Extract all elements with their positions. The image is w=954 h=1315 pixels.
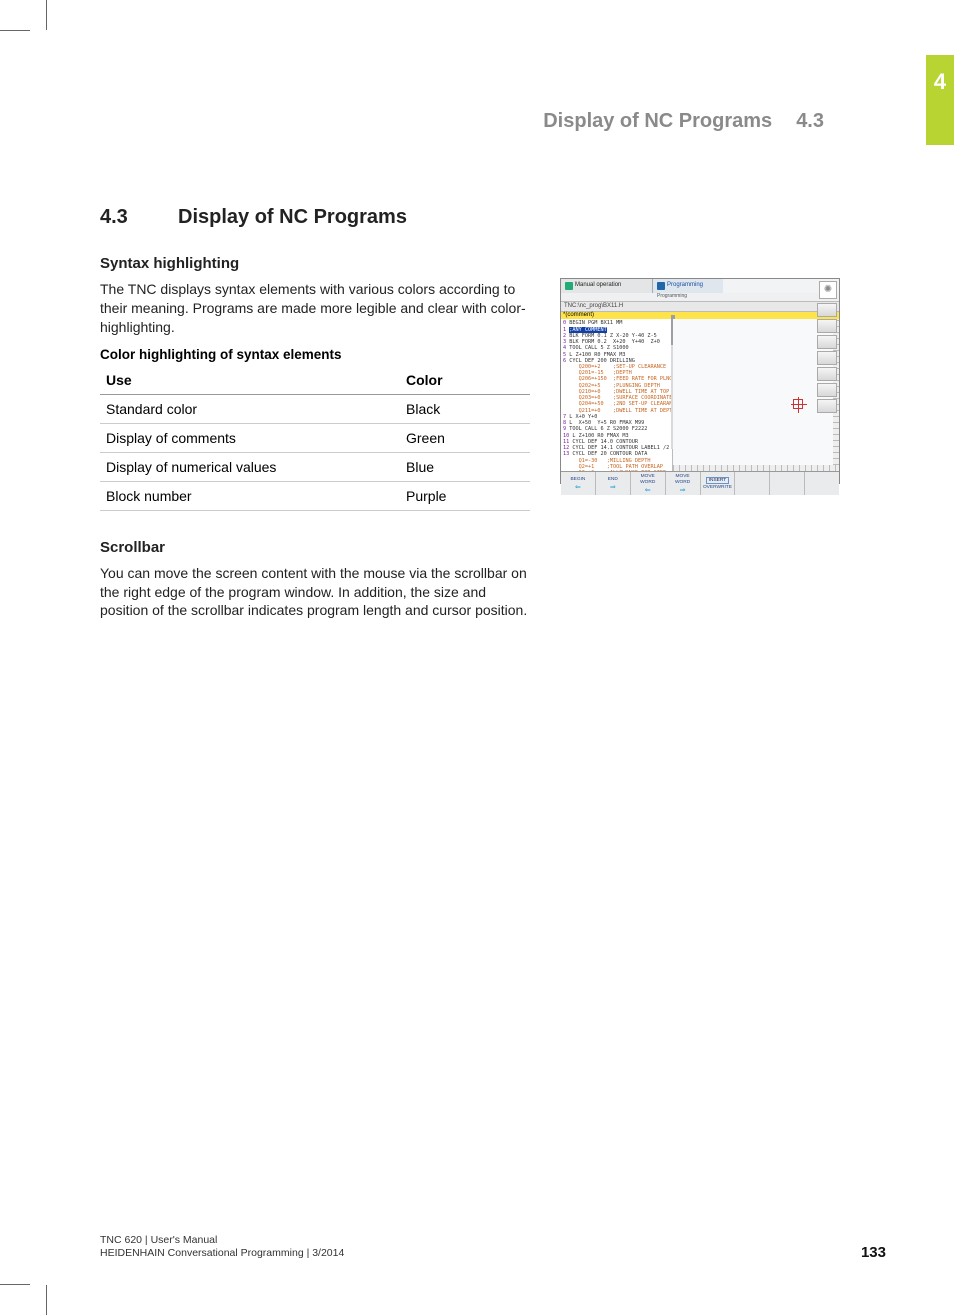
softkey-label: WORD (675, 480, 690, 486)
comment-input-bar[interactable]: *(comment) (561, 312, 839, 319)
side-button[interactable] (817, 319, 837, 333)
side-button[interactable] (817, 399, 837, 413)
hand-icon (565, 282, 573, 290)
softkey-insert-overwrite[interactable]: INSERTOVERWRITE (701, 472, 736, 495)
footer-line1: TNC 620 | User's Manual (100, 1234, 344, 1248)
syntax-table: Use Color Standard colorBlackDisplay of … (100, 366, 530, 511)
softkey-label: BEGIN (570, 477, 585, 483)
arrow-right-icon: ⇒ (610, 484, 616, 491)
sub-tab-label: Programming (561, 293, 839, 301)
scrollbar-heading: Scrollbar (100, 539, 840, 556)
softkey-label: MOVE (641, 474, 655, 480)
running-head: Display of NC Programs 4.3 (543, 110, 824, 133)
softkey-empty[interactable] (735, 472, 770, 495)
softkey-label: END (608, 477, 618, 483)
side-button[interactable] (817, 351, 837, 365)
arrow-left-right-icon: ⇐ (645, 487, 651, 494)
tab-label: Manual operation (575, 282, 621, 289)
crop-mark (46, 1285, 47, 1315)
cell-color: Green (400, 423, 530, 452)
softkey-empty[interactable] (770, 472, 805, 495)
section-title: Display of NC Programs (178, 206, 407, 228)
footer-line2: HEIDENHAIN Conversational Programming | … (100, 1247, 344, 1261)
section-number: 4.3 (100, 206, 178, 229)
softkey-empty[interactable] (805, 472, 839, 495)
side-button[interactable] (817, 335, 837, 349)
cell-use: Display of numerical values (100, 452, 400, 481)
program-path: TNC:\nc_prog\BX11.H (561, 301, 839, 312)
syntax-heading: Syntax highlighting (100, 255, 840, 272)
page-number: 133 (861, 1244, 886, 1261)
diamond-icon (657, 282, 665, 290)
arrow-right-icon: ⇒ (680, 487, 686, 494)
cell-use: Block number (100, 481, 400, 510)
side-button[interactable] (817, 383, 837, 397)
tab-programming[interactable]: Programming (653, 279, 723, 293)
side-button[interactable] (817, 303, 837, 317)
softkey-begin[interactable]: BEGIN⇐ (561, 472, 596, 495)
softkey-move-word-left[interactable]: MOVEWORD⇐ (631, 472, 666, 495)
cell-use: Standard color (100, 394, 400, 423)
side-button-bar (817, 303, 837, 413)
softkey-label: OVERWRITE (703, 485, 732, 491)
running-head-number: 4.3 (796, 110, 824, 132)
scrollbar-paragraph: You can move the screen content with the… (100, 564, 530, 621)
syntax-paragraph: The TNC displays syntax elements with va… (100, 280, 530, 337)
table-row: Display of commentsGreen (100, 423, 530, 452)
softkey-end[interactable]: END⇒ (596, 472, 631, 495)
table-row: Block numberPurple (100, 481, 530, 510)
softkey-move-word-right[interactable]: MOVEWORD⇒ (666, 472, 701, 495)
tab-label: Programming (667, 282, 703, 289)
cell-color: Blue (400, 452, 530, 481)
cell-color: Purple (400, 481, 530, 510)
section-heading: 4.3Display of NC Programs (100, 206, 840, 229)
chapter-tab: 4 (926, 55, 954, 145)
code-listing[interactable]: 0 BEGIN PGM BX11 MM1 ;ANY COMMENT2 BLK F… (561, 319, 673, 471)
settings-icon[interactable]: ✺ (819, 281, 837, 299)
softkey-label: INSERT (706, 477, 730, 485)
tab-manual-operation[interactable]: Manual operation (561, 279, 653, 293)
target-icon (793, 399, 803, 409)
graphics-pane[interactable] (673, 319, 839, 471)
table-row: Standard colorBlack (100, 394, 530, 423)
softkey-label: WORD (640, 480, 655, 486)
ruler-x (673, 465, 839, 471)
arrow-left-icon: ⇐ (575, 484, 581, 491)
crop-mark (0, 1284, 30, 1285)
side-button[interactable] (817, 367, 837, 381)
softkey-label: MOVE (675, 474, 689, 480)
cell-use: Display of comments (100, 423, 400, 452)
crop-mark (0, 30, 30, 31)
table-row: Display of numerical valuesBlue (100, 452, 530, 481)
screenshot: Manual operation Programming Programming… (560, 278, 840, 484)
cell-color: Black (400, 394, 530, 423)
table-header-use: Use (100, 366, 400, 395)
footer: TNC 620 | User's Manual HEIDENHAIN Conve… (100, 1234, 344, 1261)
softkey-bar: BEGIN⇐ END⇒ MOVEWORD⇐ MOVEWORD⇒ INSERTOV… (561, 471, 839, 495)
crop-mark (46, 0, 47, 30)
running-head-title: Display of NC Programs (543, 110, 772, 132)
table-header-color: Color (400, 366, 530, 395)
